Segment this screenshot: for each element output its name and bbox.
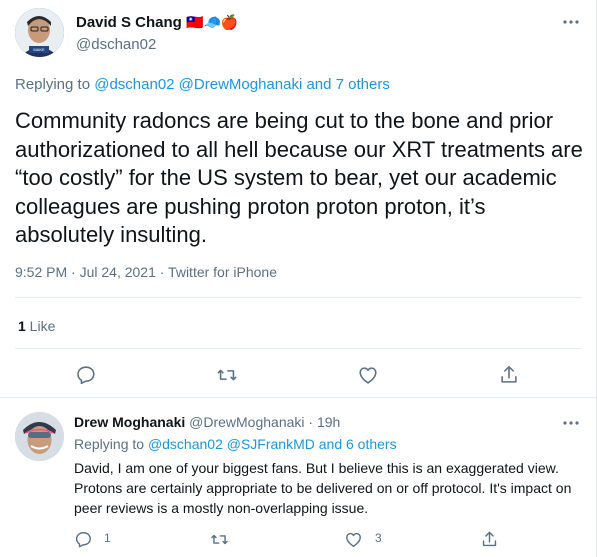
like-label: Like: [25, 318, 56, 334]
reply-header: Drew Moghanaki @DrewMoghanaki · 19h: [74, 414, 340, 430]
avatar[interactable]: MAKE: [15, 8, 64, 57]
reply-icon[interactable]: [74, 530, 93, 550]
reply-like-count: 3: [375, 531, 382, 545]
like-icon[interactable]: [357, 364, 379, 386]
like-count: 1: [18, 318, 26, 334]
retweet-icon[interactable]: [216, 364, 238, 386]
svg-text:MAKE: MAKE: [33, 47, 45, 52]
author-emoji: 🇹🇼🧢🍎: [186, 14, 239, 30]
more-icon[interactable]: [560, 13, 582, 31]
tweet-text: Community radoncs are being cut to the b…: [15, 108, 583, 247]
reply-count: 1: [104, 531, 111, 545]
replying-prefix: Replying to: [15, 76, 95, 93]
reply-divider: [0, 397, 597, 398]
replying-prefix: Replying to: [74, 436, 148, 452]
reply-author-name[interactable]: Drew Moghanaki: [74, 414, 185, 430]
author-name-text: David S Chang: [76, 14, 182, 31]
share-icon[interactable]: [498, 364, 520, 386]
more-icon[interactable]: [560, 414, 582, 432]
divider: [15, 348, 582, 349]
reply-replying-to: Replying to @dschan02 @SJFrankMD and 6 o…: [74, 436, 397, 452]
author-name[interactable]: David S Chang 🇹🇼🧢🍎: [76, 14, 238, 31]
reply-avatar[interactable]: [15, 412, 64, 461]
share-icon[interactable]: [480, 530, 499, 550]
replying-to: Replying to @dschan02 @DrewMoghanaki and…: [15, 76, 390, 93]
replying-to-link[interactable]: @dschan02 @DrewMoghanaki and 7 others: [94, 76, 390, 93]
reply-icon[interactable]: [75, 364, 97, 386]
replying-to-link[interactable]: @dschan02 @SJFrankMD and 6 others: [148, 436, 397, 452]
like-icon[interactable]: [344, 530, 363, 550]
like-count-link[interactable]: 1 Like: [18, 318, 55, 334]
reply-text: David, I am one of your biggest fans. Bu…: [74, 460, 572, 516]
divider: [15, 297, 582, 298]
author-handle[interactable]: @dschan02: [76, 36, 156, 53]
tweet-timestamp[interactable]: 9:52 PM · Jul 24, 2021 · Twitter for iPh…: [15, 264, 277, 280]
reply-handle-time[interactable]: @DrewMoghanaki · 19h: [189, 414, 340, 430]
retweet-icon[interactable]: [210, 530, 229, 550]
